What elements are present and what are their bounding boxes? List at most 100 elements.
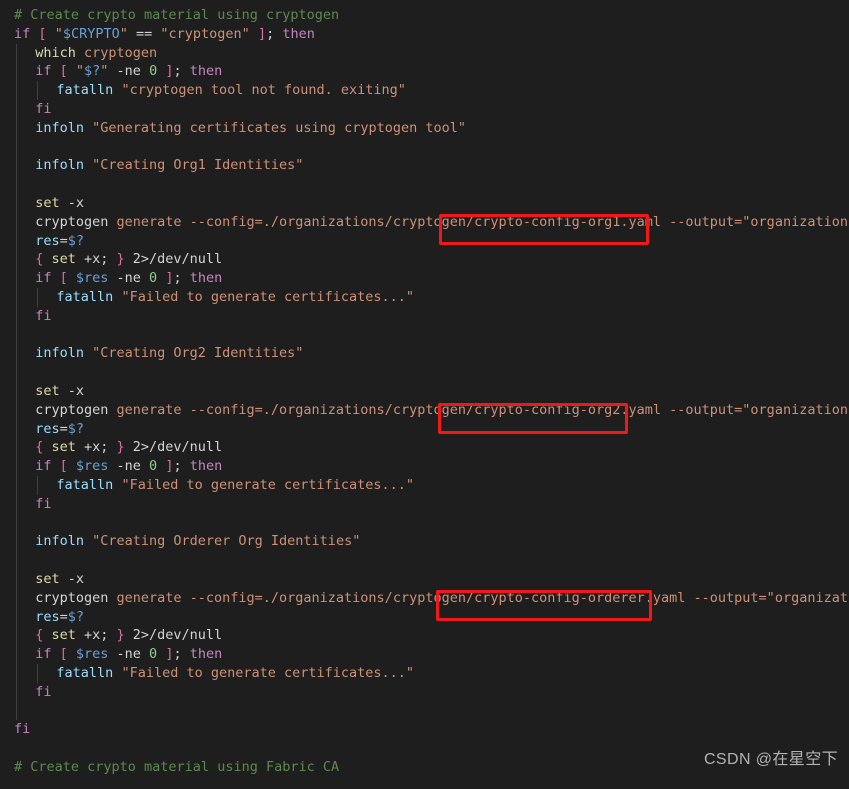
code-token: fi: [35, 307, 52, 324]
code-token: "Generating certificates using cryptogen…: [92, 119, 466, 136]
code-token: then: [189, 646, 223, 663]
code-token: [: [59, 646, 68, 663]
code-line[interactable]: [0, 513, 849, 533]
code-token: res: [35, 420, 60, 437]
code-line[interactable]: res=$?: [0, 419, 849, 439]
code-line[interactable]: res=$?: [0, 607, 849, 627]
code-token: }: [116, 627, 125, 644]
code-line[interactable]: cryptogen generate --config=./organizati…: [0, 588, 849, 608]
code-token: if: [35, 63, 52, 80]
code-token: fatalln: [56, 476, 114, 493]
code-line[interactable]: fi: [0, 494, 849, 514]
code-line[interactable]: cryptogen generate --config=./organizati…: [0, 400, 849, 420]
code-token: if: [35, 458, 52, 475]
code-line[interactable]: set -x: [0, 193, 849, 213]
csdn-watermark: CSDN @在星空下: [703, 751, 838, 769]
code-line[interactable]: fi: [0, 720, 849, 739]
code-token: $?: [67, 420, 84, 437]
code-token: if: [35, 646, 52, 663]
code-token: fi: [35, 100, 52, 117]
code-line[interactable]: # Create crypto material using cryptogen: [0, 6, 849, 25]
code-token: [: [38, 25, 47, 42]
code-line[interactable]: fatalln "Failed to generate certificates…: [0, 475, 849, 495]
code-line[interactable]: [0, 175, 849, 194]
code-line[interactable]: fi: [0, 682, 849, 702]
code-line[interactable]: if [ "$?" -ne 0 ]; then: [0, 62, 849, 81]
code-line[interactable]: infoln "Generating certificates using cr…: [0, 118, 849, 138]
code-line[interactable]: fatalln "Failed to generate certificates…: [0, 287, 849, 307]
code-line[interactable]: if [ $res -ne 0 ]; then: [0, 269, 849, 288]
code-token: "Failed to generate certificates...": [121, 664, 415, 681]
code-line[interactable]: fi: [0, 306, 849, 326]
code-token: fi: [35, 495, 52, 512]
code-token: $CRYPTO: [62, 25, 120, 42]
code-token: 0: [149, 270, 158, 287]
code-token: -x: [59, 382, 84, 399]
code-line[interactable]: if [ "$CRYPTO" == "cryptogen" ]; then: [0, 25, 849, 44]
code-token: ;: [173, 270, 190, 287]
code-token: cryptogen: [83, 44, 158, 61]
code-line[interactable]: fi: [0, 99, 849, 119]
code-token: "Failed to generate certificates...": [121, 476, 415, 493]
code-token: 0: [149, 458, 158, 475]
code-token: set: [51, 627, 76, 644]
code-line[interactable]: fatalln "Failed to generate certificates…: [0, 663, 849, 683]
code-line[interactable]: set -x: [0, 381, 849, 401]
code-token: cryptogen: [35, 589, 109, 606]
code-token: fi: [14, 721, 31, 738]
code-line[interactable]: [0, 551, 849, 570]
code-token: ;: [266, 25, 283, 42]
code-line[interactable]: { set +x; } 2>/dev/null: [0, 626, 849, 645]
code-line[interactable]: infoln "Creating Orderer Org Identities": [0, 532, 849, 551]
code-token: fatalln: [56, 82, 114, 99]
code-token: ;: [173, 646, 190, 663]
code-line[interactable]: res=$?: [0, 231, 849, 251]
code-token: ==: [127, 25, 161, 42]
code-token: -x: [59, 570, 84, 587]
code-line[interactable]: fatalln "cryptogen tool not found. exiti…: [0, 81, 849, 100]
code-token: fi: [35, 683, 52, 700]
code-viewport[interactable]: # Create crypto material using cryptogen…: [0, 6, 849, 777]
code-line[interactable]: infoln "Creating Org1 Identities": [0, 156, 849, 175]
code-token: cryptogen: [35, 213, 109, 230]
code-token: $res: [75, 646, 109, 663]
code-token: set: [35, 194, 60, 211]
code-token: infoln: [35, 533, 84, 550]
code-token: infoln: [35, 119, 84, 136]
code-token: 0: [149, 646, 158, 663]
code-token: -ne: [108, 63, 150, 80]
code-token: +x;: [75, 627, 117, 644]
code-token: then: [189, 63, 223, 80]
code-token: set: [35, 570, 60, 587]
code-token: }: [116, 251, 125, 268]
code-token: $res: [75, 270, 109, 287]
code-line[interactable]: set -x: [0, 569, 849, 589]
code-token: =: [59, 232, 68, 249]
code-line[interactable]: cryptogen generate --config=./organizati…: [0, 212, 849, 232]
code-token: infoln: [35, 157, 84, 174]
code-line[interactable]: which cryptogen: [0, 43, 849, 63]
code-line[interactable]: if [ $res -ne 0 ]; then: [0, 457, 849, 476]
code-token: generate --config=./organizations/crypto…: [108, 401, 849, 418]
code-token: fatalln: [56, 288, 114, 305]
code-line[interactable]: if [ $res -ne 0 ]; then: [0, 645, 849, 664]
code-line[interactable]: [0, 325, 849, 345]
code-line[interactable]: [0, 363, 849, 382]
code-token: [: [59, 270, 68, 287]
code-token: res: [35, 608, 60, 625]
code-line[interactable]: { set +x; } 2>/dev/null: [0, 438, 849, 457]
code-token: ;: [173, 458, 190, 475]
code-line[interactable]: infoln "Creating Org2 Identities": [0, 344, 849, 363]
code-line[interactable]: { set +x; } 2>/dev/null: [0, 250, 849, 269]
code-token: }: [116, 439, 125, 456]
code-line[interactable]: [0, 701, 849, 721]
code-token: 2>/dev/null: [124, 251, 223, 268]
code-line[interactable]: [0, 137, 849, 157]
